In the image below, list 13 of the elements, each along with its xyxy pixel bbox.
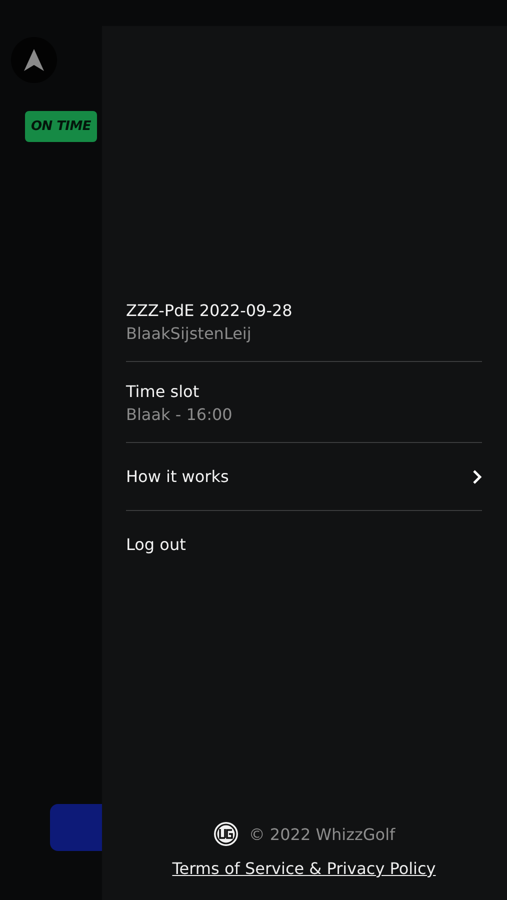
navigation-button[interactable]	[11, 37, 57, 83]
logo-icon	[212, 821, 239, 847]
menu-item-subtitle: Blaak - 16:00	[126, 405, 232, 424]
terms-link[interactable]: Terms of Service & Privacy Policy	[172, 859, 436, 878]
menu-item-title: Time slot	[126, 382, 200, 401]
chevron-right-icon	[472, 468, 482, 484]
menu-item-subtitle: BlaakSijstenLeij	[126, 324, 252, 343]
copyright-text: © 2022 WhizzGolf	[248, 824, 396, 844]
menu-link[interactable]: How it works	[126, 443, 482, 510]
status-badge: ON TIME	[25, 111, 97, 142]
menu-item-title: ZZZ-PdE 2022-09-28	[126, 301, 292, 320]
logout-button[interactable]: Log out	[126, 511, 186, 578]
navigation-arrow-icon	[23, 48, 45, 72]
